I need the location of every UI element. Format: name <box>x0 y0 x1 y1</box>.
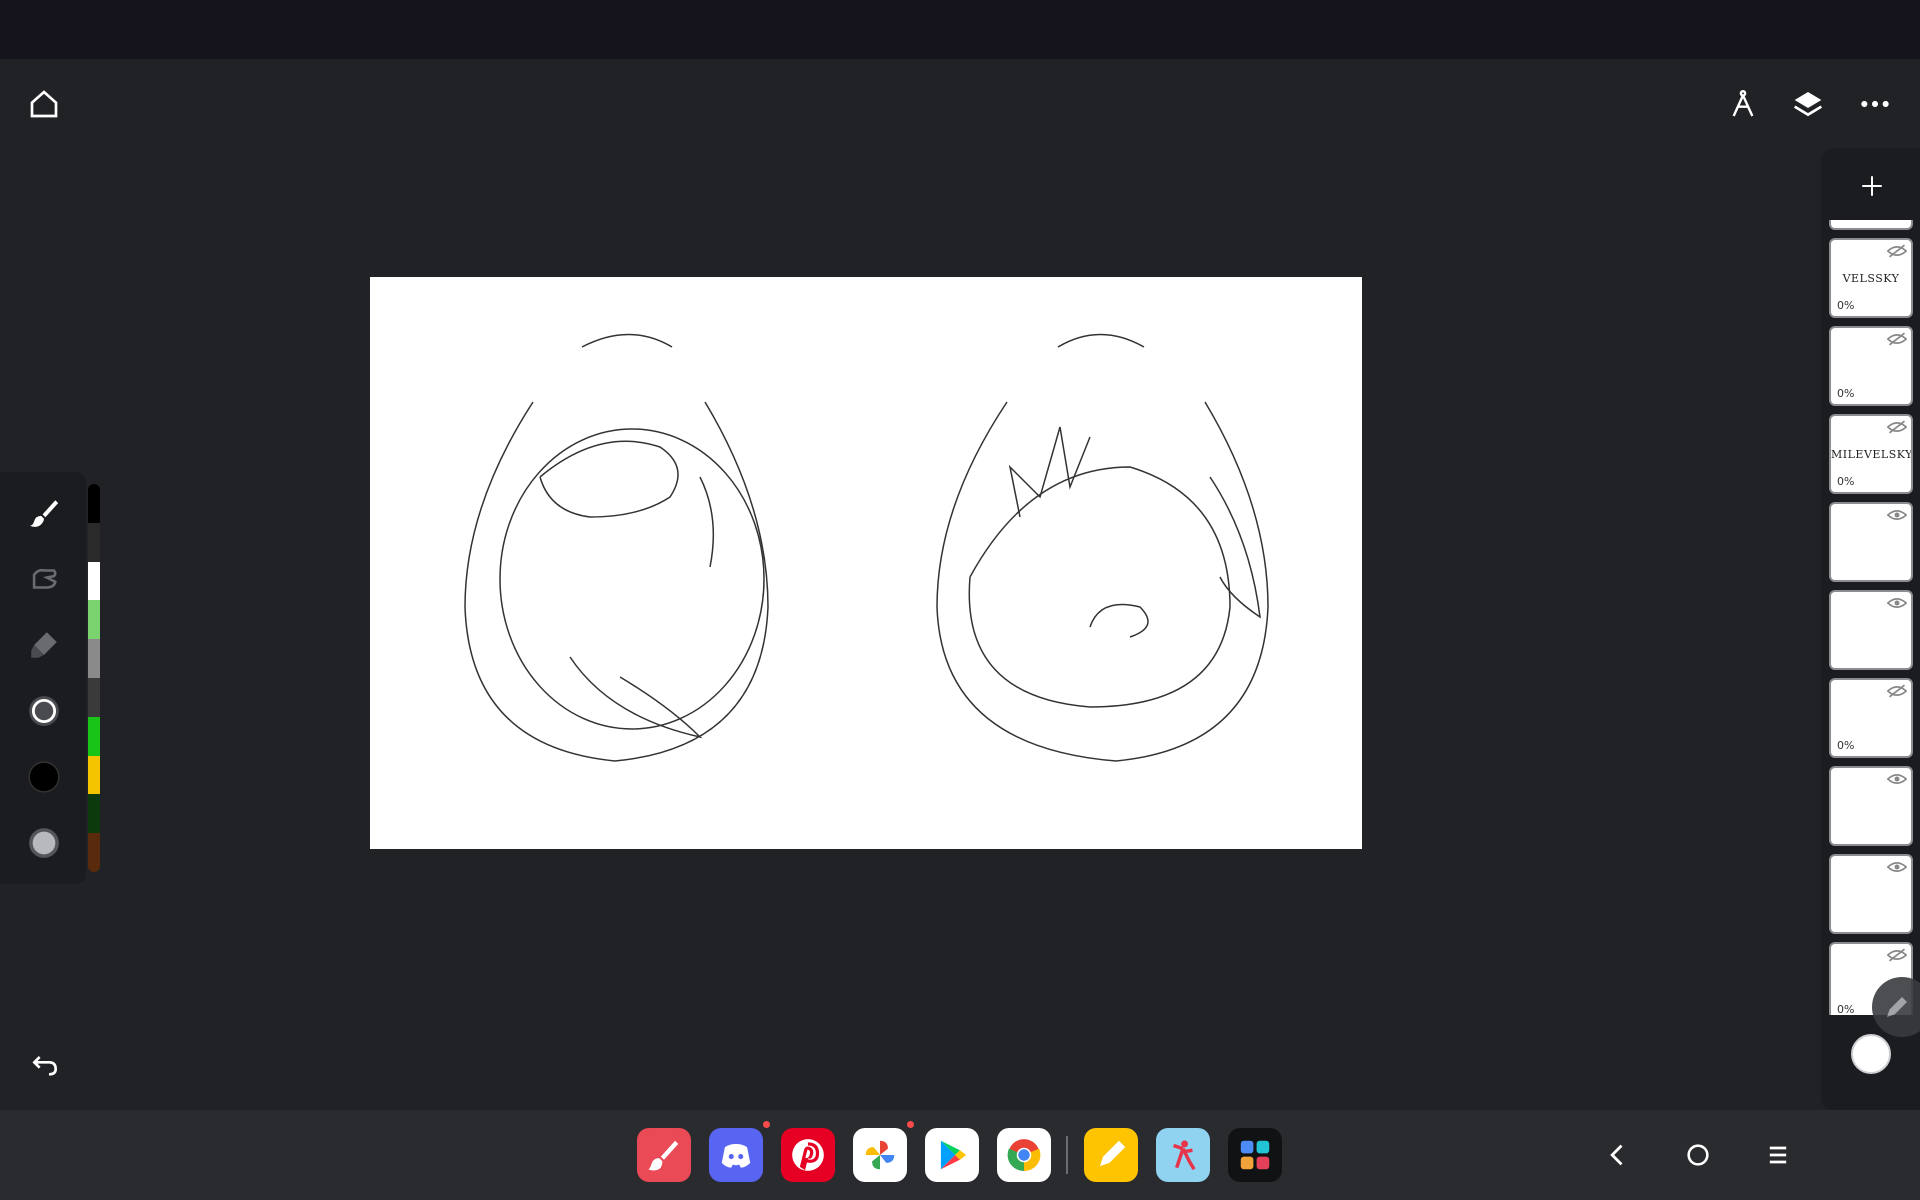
app-sketchbook[interactable] <box>1156 1128 1210 1182</box>
egg-drawing-left <box>464 333 769 762</box>
home-circle-icon <box>1687 1144 1709 1166</box>
smudge-icon <box>32 568 57 589</box>
layer-item[interactable]: MILEVELSKY 0% <box>1829 414 1913 494</box>
app-grid-icon <box>1240 1140 1270 1170</box>
layer-opacity: 0% <box>1837 739 1855 752</box>
more-dots-icon <box>1861 100 1889 108</box>
drawing-canvas[interactable] <box>370 277 1362 849</box>
brush-tool-button[interactable] <box>17 486 71 540</box>
pencil-note-icon <box>1099 1140 1126 1167</box>
pinterest-icon <box>792 1139 824 1171</box>
play-store-icon <box>940 1140 967 1170</box>
layer-thumbnail-text: MILEVELSKY <box>1831 448 1913 461</box>
layer-thumbnail-text: VELSSKY <box>1842 272 1900 285</box>
paint-brush-icon <box>648 1140 679 1171</box>
layer-item[interactable] <box>1829 502 1913 582</box>
app-ibispaint[interactable] <box>637 1128 691 1182</box>
layers-list[interactable]: VELSSKY 0% 0% MILEVELSKY 0% 0% 0% <box>1829 220 1913 1015</box>
eye-hidden-icon[interactable] <box>1887 244 1907 258</box>
app-chrome[interactable] <box>997 1128 1051 1182</box>
back-chevron-icon <box>1610 1144 1623 1166</box>
dancer-icon <box>1172 1140 1196 1171</box>
palette-swatch[interactable] <box>88 561 100 601</box>
opacity-button[interactable] <box>17 816 71 870</box>
color-swatch-icon <box>28 761 60 793</box>
current-color-circle[interactable] <box>1851 1034 1891 1074</box>
layers-icon <box>1793 92 1823 117</box>
opacity-circle-icon <box>29 828 59 858</box>
home-icon <box>30 90 58 118</box>
eye-icon[interactable] <box>1887 772 1907 786</box>
layer-item[interactable] <box>1829 220 1913 230</box>
app-google-play[interactable] <box>925 1128 979 1182</box>
notification-badge <box>907 1121 914 1128</box>
pinwheel-icon <box>865 1140 895 1170</box>
eraser-tool-button[interactable] <box>17 618 71 672</box>
brush-size-button[interactable] <box>17 684 71 738</box>
color-picker-button[interactable] <box>17 750 71 804</box>
palette-swatch[interactable] <box>88 794 100 834</box>
eye-icon[interactable] <box>1887 508 1907 522</box>
pencil-icon <box>1887 997 1907 1017</box>
menu-lines-icon <box>1769 1146 1787 1164</box>
ruler-button[interactable] <box>1716 77 1770 131</box>
home-button[interactable] <box>17 77 71 131</box>
undo-icon <box>32 1056 58 1076</box>
eye-hidden-icon[interactable] <box>1887 948 1907 962</box>
ruler-compass-icon <box>1732 90 1754 117</box>
app-google-photos[interactable] <box>853 1128 907 1182</box>
more-button[interactable] <box>1848 77 1902 131</box>
recents-button[interactable] <box>1751 1128 1805 1182</box>
eye-icon[interactable] <box>1887 860 1907 874</box>
palette-swatch[interactable] <box>88 600 100 640</box>
color-palette[interactable] <box>88 484 100 872</box>
palette-swatch[interactable] <box>88 484 100 523</box>
status-bar <box>0 0 1920 59</box>
taskbar-separator <box>1066 1136 1068 1174</box>
undo-button[interactable] <box>18 1038 72 1092</box>
egg-drawing-right <box>936 333 1269 762</box>
eye-hidden-icon[interactable] <box>1887 420 1907 434</box>
chrome-icon <box>1007 1139 1041 1171</box>
eraser-icon <box>31 632 57 658</box>
layer-opacity: 0% <box>1837 299 1855 312</box>
app-pinterest[interactable] <box>781 1128 835 1182</box>
brush-icon <box>29 500 59 527</box>
add-layer-button[interactable] <box>1846 160 1898 212</box>
notification-badge <box>763 1121 770 1128</box>
layer-item[interactable]: VELSSKY 0% <box>1829 238 1913 318</box>
plus-icon <box>1862 176 1882 196</box>
app-drawer[interactable] <box>1228 1128 1282 1182</box>
layer-item[interactable] <box>1829 854 1913 934</box>
layer-item[interactable]: 0% <box>1829 678 1913 758</box>
brush-size-circle-icon <box>29 696 59 726</box>
layer-item[interactable] <box>1829 766 1913 846</box>
layer-opacity: 0% <box>1837 475 1855 488</box>
palette-swatch[interactable] <box>88 639 100 678</box>
app-discord[interactable] <box>709 1128 763 1182</box>
layer-item[interactable]: 0% <box>1829 326 1913 406</box>
palette-swatch[interactable] <box>88 755 100 795</box>
layer-opacity: 0% <box>1837 387 1855 400</box>
layer-opacity: 0% <box>1837 1003 1855 1015</box>
palette-swatch[interactable] <box>88 677 100 717</box>
eye-hidden-icon[interactable] <box>1887 332 1907 346</box>
eye-hidden-icon[interactable] <box>1887 684 1907 698</box>
palette-swatch[interactable] <box>88 833 100 872</box>
palette-swatch[interactable] <box>88 522 100 562</box>
layer-item[interactable] <box>1829 590 1913 670</box>
smudge-tool-button[interactable] <box>17 552 71 606</box>
home-nav-button[interactable] <box>1671 1128 1725 1182</box>
palette-swatch[interactable] <box>88 716 100 756</box>
back-button[interactable] <box>1591 1128 1645 1182</box>
app-notes[interactable] <box>1084 1128 1138 1182</box>
layers-button[interactable] <box>1781 77 1835 131</box>
discord-icon <box>721 1143 751 1168</box>
eye-icon[interactable] <box>1887 596 1907 610</box>
